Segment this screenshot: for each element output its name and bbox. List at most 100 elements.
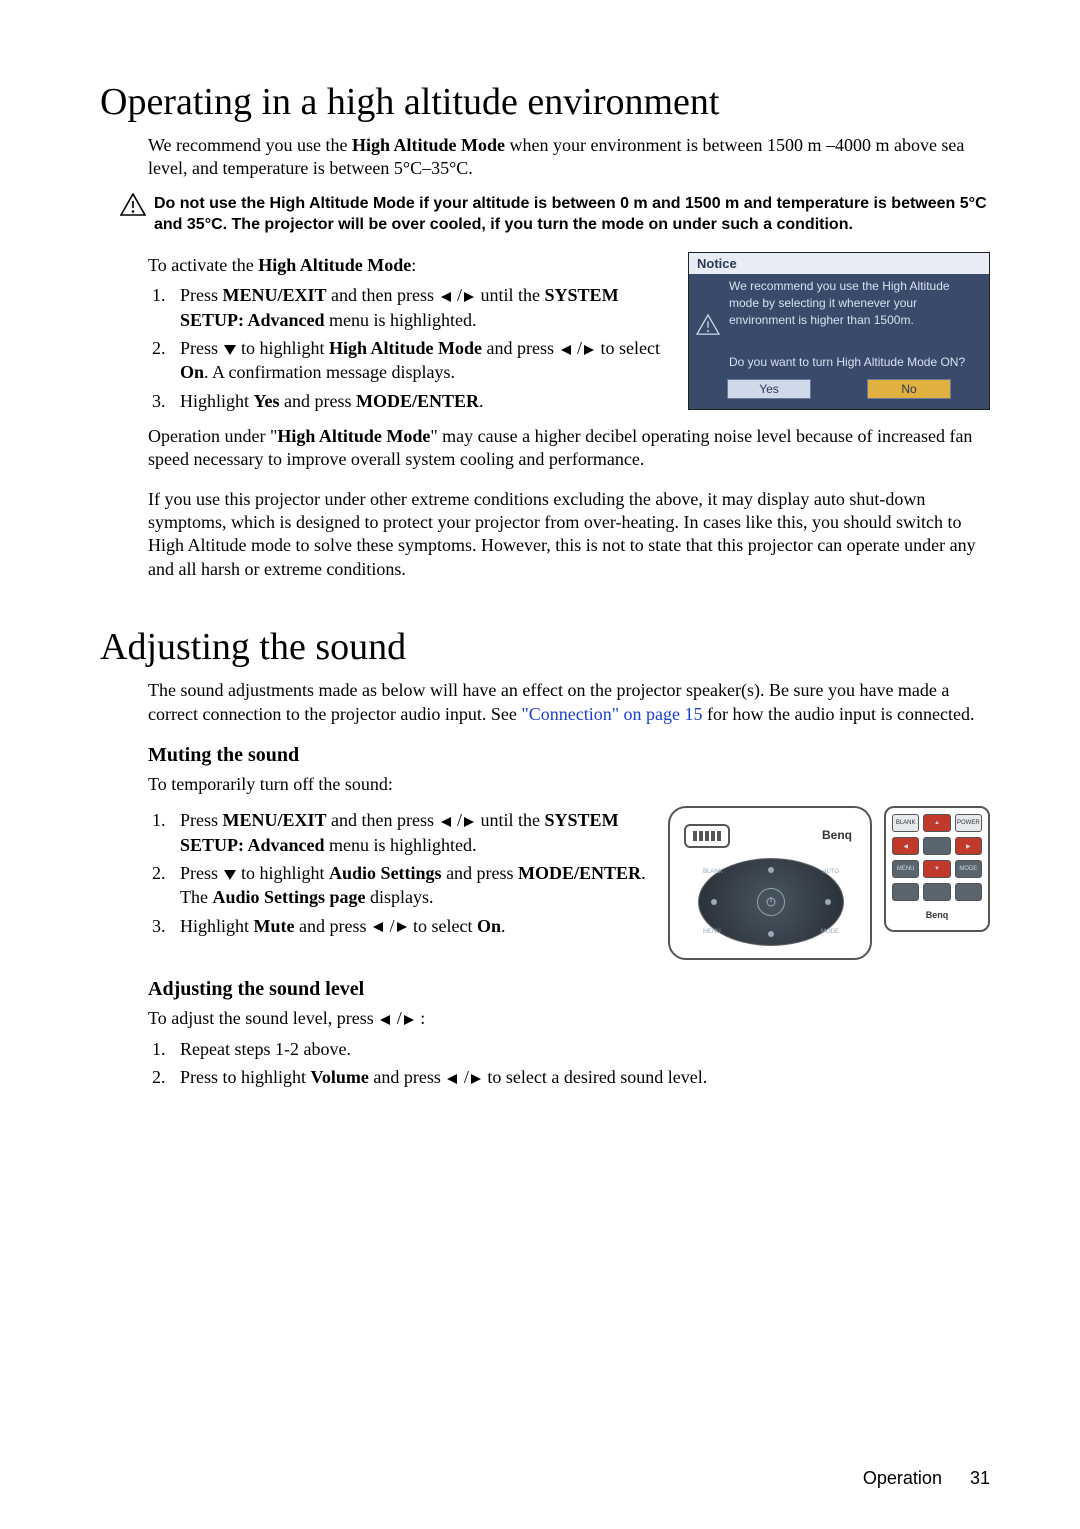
panel-dot	[711, 899, 717, 905]
text: /	[453, 810, 463, 830]
para-extreme: If you use this projector under other ex…	[148, 488, 990, 582]
text: Press	[180, 810, 223, 830]
mute-step-3: Highlight Mute and press / to select On.	[170, 914, 648, 938]
footer-page-number: 31	[970, 1468, 990, 1488]
text: to select	[409, 916, 477, 936]
remote-button	[955, 883, 982, 901]
remote-button: MODE	[955, 860, 982, 878]
text: .	[501, 916, 506, 936]
arrow-right-icon	[462, 816, 476, 828]
remote-button: BLANK	[892, 814, 919, 832]
subheading-muting: Muting the sound	[148, 744, 990, 767]
warning-icon	[120, 193, 148, 222]
text-bold: High Altitude Mode	[329, 338, 482, 358]
muting-intro: To temporarily turn off the sound:	[148, 773, 990, 796]
level-step-1: Repeat steps 1-2 above.	[170, 1037, 990, 1061]
arrow-down-icon	[223, 344, 237, 356]
remote-up-button: ▲	[923, 814, 950, 832]
text: and press	[280, 391, 356, 411]
arrow-right-icon	[395, 921, 409, 933]
projector-logo: Benq	[822, 828, 852, 842]
panel-dot	[825, 899, 831, 905]
arrow-right-icon	[469, 1073, 483, 1085]
steps-high-altitude: Press MENU/EXIT and then press / until t…	[100, 283, 668, 412]
text-bold: Audio Settings	[329, 863, 442, 883]
text: and press	[369, 1067, 445, 1087]
text: to highlight	[237, 863, 330, 883]
para-noise: Operation under "High Altitude Mode" may…	[148, 425, 990, 472]
text: Highlight	[180, 916, 254, 936]
subheading-sound-level: Adjusting the sound level	[148, 978, 990, 1001]
text: and press	[482, 338, 558, 358]
notice-title: Notice	[689, 253, 989, 274]
text: Press to highlight	[180, 1067, 311, 1087]
text: to select a desired sound level.	[483, 1067, 707, 1087]
text-bold: Audio Settings page	[212, 887, 365, 907]
notice-yes-button[interactable]: Yes	[727, 379, 811, 399]
text-bold: MENU/EXIT	[223, 810, 327, 830]
text: /	[385, 916, 395, 936]
level-step-2: Press to highlight Volume and press / to…	[170, 1065, 990, 1089]
arrow-down-icon	[223, 869, 237, 881]
remote-left-button: ◀	[892, 837, 919, 855]
text-bold: On	[180, 362, 204, 382]
device-illustration: Benq BLANK AUTO MENU MODE	[668, 806, 990, 960]
projector-lens-icon	[684, 824, 730, 848]
intro-paragraph: We recommend you use the High Altitude M…	[148, 134, 990, 181]
arrow-left-icon	[439, 816, 453, 828]
text: . A confirmation message displays.	[204, 362, 455, 382]
remote-button: POWER	[955, 814, 982, 832]
link-connection[interactable]: "Connection" on page 15	[521, 704, 702, 724]
heading-adjusting-sound: Adjusting the sound	[100, 625, 990, 669]
steps-sound-level: Repeat steps 1-2 above. Press to highlig…	[100, 1037, 990, 1090]
text-bold: Volume	[311, 1067, 369, 1087]
mute-step-1: Press MENU/EXIT and then press / until t…	[170, 808, 648, 857]
text: We recommend you use the	[148, 135, 352, 155]
text: and then press	[327, 285, 439, 305]
panel-dot	[768, 867, 774, 873]
text-bold: High Altitude Mode	[352, 135, 505, 155]
text: Press	[180, 863, 223, 883]
step-2: Press to highlight High Altitude Mode an…	[170, 336, 668, 385]
power-button-icon	[757, 888, 785, 916]
text: To adjust the sound level, press	[148, 1008, 378, 1028]
text: Highlight	[180, 391, 254, 411]
notice-no-button[interactable]: No	[867, 379, 951, 399]
text-bold: High Altitude Mode	[258, 255, 411, 275]
text: /	[392, 1008, 402, 1028]
remote-button	[923, 883, 950, 901]
remote-button	[923, 837, 950, 855]
remote-right-button: ▶	[955, 837, 982, 855]
page-footer: Operation 31	[863, 1468, 990, 1489]
arrow-right-icon	[402, 1014, 416, 1026]
text: /	[459, 1067, 469, 1087]
arrow-left-icon	[371, 921, 385, 933]
arrow-left-icon	[378, 1014, 392, 1026]
text: :	[411, 255, 416, 275]
arrow-right-icon	[582, 344, 596, 356]
heading-high-altitude: Operating in a high altitude environment	[100, 80, 990, 124]
text-bold: High Altitude Mode	[277, 426, 430, 446]
text: until the	[476, 285, 545, 305]
text-bold: MODE/ENTER	[356, 391, 479, 411]
text: to select	[596, 338, 660, 358]
text: and press	[442, 863, 518, 883]
remote-down-button: ▼	[923, 860, 950, 878]
notice-line1: We recommend you use the High Altitude m…	[729, 278, 981, 328]
text: and press	[295, 916, 371, 936]
remote-control: BLANK ▲ POWER ◀ ▶ MENU ▼ MODE	[884, 806, 990, 932]
text: .	[479, 391, 484, 411]
text: menu is highlighted.	[325, 835, 477, 855]
text: Press	[180, 338, 223, 358]
warning-block: Do not use the High Altitude Mode if you…	[120, 193, 990, 236]
text-bold: Mute	[254, 916, 295, 936]
arrow-left-icon	[439, 291, 453, 303]
step-1: Press MENU/EXIT and then press / until t…	[170, 283, 668, 332]
activate-line: To activate the High Altitude Mode:	[148, 254, 668, 277]
notice-warning-icon	[693, 278, 723, 371]
text: /	[453, 285, 463, 305]
arrow-left-icon	[559, 344, 573, 356]
text: :	[416, 1008, 426, 1028]
text: for how the audio input is connected.	[703, 704, 975, 724]
footer-section: Operation	[863, 1468, 942, 1488]
